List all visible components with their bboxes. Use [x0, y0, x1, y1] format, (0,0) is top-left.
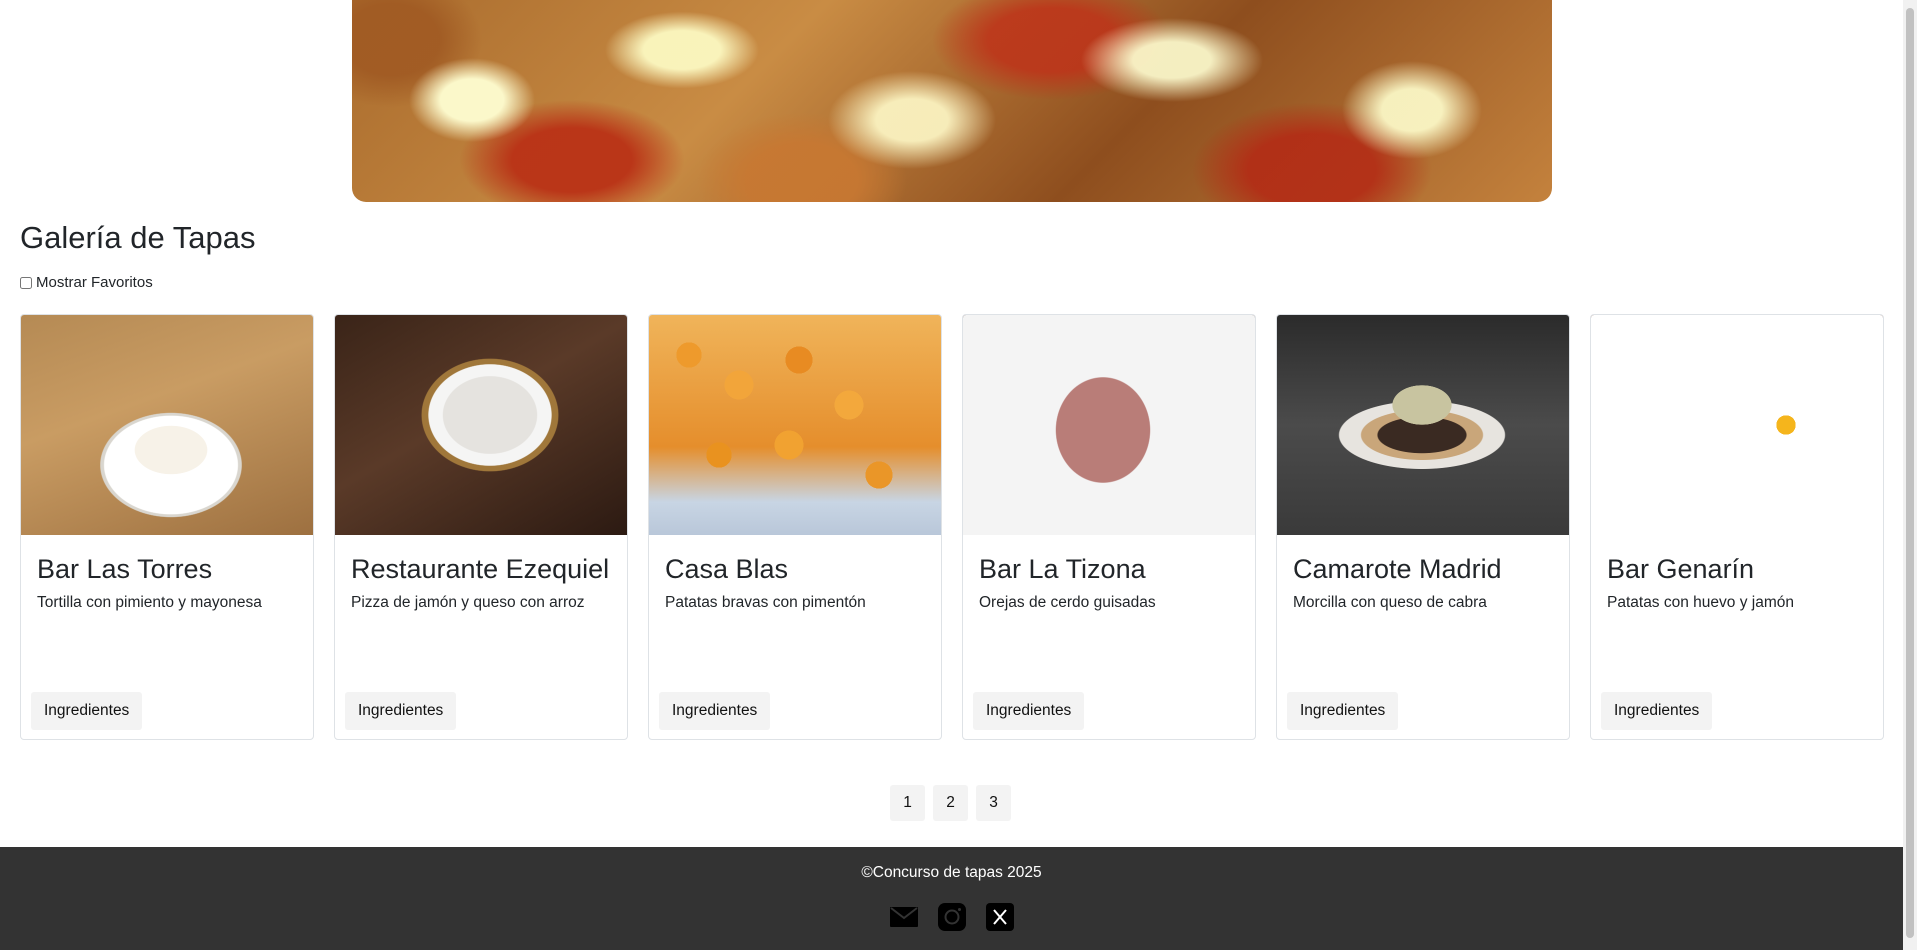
card-description: Patatas bravas con pimentón — [665, 594, 866, 611]
social-links — [890, 903, 1014, 931]
tapa-card[interactable]: Restaurante Ezequiel Pizza de jamón y qu… — [334, 314, 628, 740]
favorites-label: Mostrar Favoritos — [36, 274, 153, 291]
footer-copyright: ©Concurso de tapas 2025 — [861, 864, 1042, 881]
tapa-card[interactable]: Bar La Tizona Orejas de cerdo guisadas I… — [962, 314, 1256, 740]
card-description: Pizza de jamón y queso con arroz — [351, 594, 585, 611]
tapa-photo — [1277, 315, 1569, 535]
tapa-card[interactable]: Bar Las Torres Tortilla con pimiento y m… — [20, 314, 314, 740]
gallery-title: Galería de Tapas — [20, 220, 256, 255]
instagram-icon[interactable] — [938, 903, 966, 931]
card-description: Tortilla con pimiento y mayonesa — [37, 594, 262, 611]
page-button-3[interactable]: 3 — [976, 785, 1011, 821]
tapa-card[interactable]: Casa Blas Patatas bravas con pimentón In… — [648, 314, 942, 740]
ingredients-button[interactable]: Ingredientes — [1287, 692, 1399, 730]
card-title: Bar La Tizona — [979, 554, 1146, 584]
page: Galería de Tapas Mostrar Favoritos Bar L… — [0, 0, 1903, 950]
ingredients-button[interactable]: Ingredientes — [1601, 692, 1713, 730]
card-title: Bar Las Torres — [37, 554, 213, 584]
tapa-photo — [335, 315, 627, 535]
favorites-checkbox[interactable] — [20, 276, 32, 289]
tapa-photo — [649, 315, 941, 535]
card-title: Camarote Madrid — [1293, 554, 1502, 584]
page-scrollbar[interactable] — [1903, 0, 1917, 950]
ingredients-button[interactable]: Ingredientes — [31, 692, 143, 730]
page-button-2[interactable]: 2 — [933, 785, 968, 821]
tapa-photo — [21, 315, 313, 535]
card-title: Bar Genarín — [1607, 554, 1755, 584]
card-description: Morcilla con queso de cabra — [1293, 594, 1487, 611]
tapa-card[interactable]: Bar Genarín Patatas con huevo y jamón In… — [1590, 314, 1884, 740]
ingredients-button[interactable]: Ingredientes — [345, 692, 457, 730]
tapa-card[interactable]: Camarote Madrid Morcilla con queso de ca… — [1276, 314, 1570, 740]
card-grid: Bar Las Torres Tortilla con pimiento y m… — [20, 314, 1884, 740]
mail-icon[interactable] — [890, 903, 918, 931]
card-title: Restaurante Ezequiel — [351, 554, 610, 584]
ingredients-button[interactable]: Ingredientes — [973, 692, 1085, 730]
card-title: Casa Blas — [665, 554, 789, 584]
footer: ©Concurso de tapas 2025 — [0, 847, 1903, 950]
tapa-photo — [963, 315, 1255, 535]
tapa-photo — [1591, 315, 1883, 535]
favorites-toggle[interactable]: Mostrar Favoritos — [20, 274, 153, 291]
scrollbar-thumb[interactable] — [1906, 8, 1914, 938]
pagination: 1 2 3 — [890, 785, 1011, 821]
ingredients-button[interactable]: Ingredientes — [659, 692, 771, 730]
card-description: Orejas de cerdo guisadas — [979, 594, 1156, 611]
card-description: Patatas con huevo y jamón — [1607, 594, 1794, 611]
page-button-1[interactable]: 1 — [890, 785, 925, 821]
hero-image — [352, 0, 1552, 202]
x-icon[interactable] — [986, 903, 1014, 931]
